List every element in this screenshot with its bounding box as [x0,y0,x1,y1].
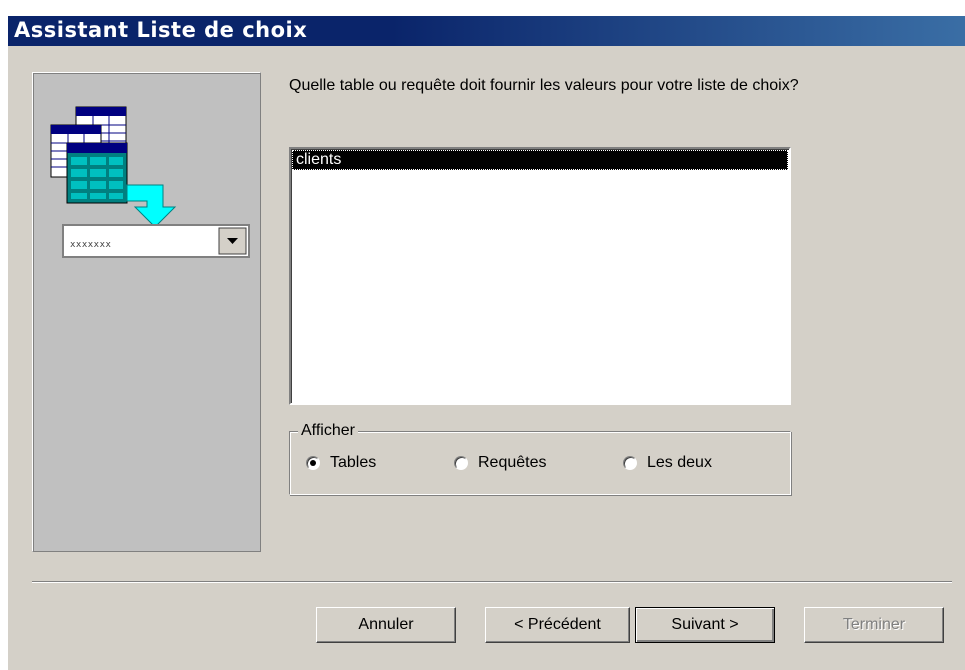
list-item[interactable]: clients [292,150,788,170]
radio-circle[interactable] [454,456,468,470]
previous-button[interactable]: < Précédent [485,607,630,643]
wizard-prompt: Quelle table ou requête doit fournir les… [289,77,799,94]
radio-circle[interactable] [306,456,320,470]
radio-tables[interactable]: Tables [306,454,376,472]
radio-label-both: Les deux [647,454,712,471]
radio-both[interactable]: Les deux [623,454,712,472]
lookup-wizard-illustration [50,106,250,258]
wizard-illustration-panel: xxxxxxx [32,72,261,552]
radio-queries[interactable]: Requêtes [454,454,547,472]
arrow-down-icon [126,184,177,228]
cancel-button[interactable]: Annuler [316,607,456,643]
wizard-window: Assistant Liste de choix xxxxxxx Quelle … [8,16,965,670]
display-group-legend: Afficher [298,422,358,440]
table-query-listbox[interactable]: clients [289,147,791,405]
radio-label-tables: Tables [330,454,377,471]
finish-button[interactable]: Terminer [804,607,944,643]
button-separator [32,581,952,583]
radio-label-queries: Requêtes [478,454,547,471]
display-options-group: Afficher Tables Requêtes Les deux [289,422,791,495]
radio-dot [310,460,316,466]
window-title: Assistant Liste de choix [14,18,308,42]
title-bar[interactable]: Assistant Liste de choix [8,16,965,46]
combo-placeholder-text: xxxxxxx [70,240,112,250]
next-button[interactable]: Suivant > [635,607,775,643]
radio-circle[interactable] [623,456,637,470]
table-icon-front [66,142,128,204]
